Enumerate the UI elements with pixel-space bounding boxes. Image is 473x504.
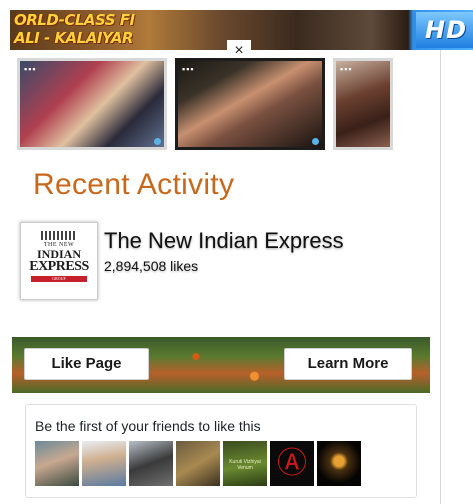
thumbnail-menu-icon: ▪▪▪	[340, 64, 353, 74]
video-thumbnail-1[interactable]: ▪▪▪	[17, 58, 167, 150]
friend-avatar[interactable]	[317, 441, 361, 486]
friend-avatar[interactable]	[82, 441, 126, 486]
logo-crest-icon	[41, 231, 77, 240]
page-likes-count: 2,894,508 likes	[104, 258, 199, 274]
friend-avatar[interactable]	[129, 441, 173, 486]
page-name-link[interactable]: The New Indian Express	[104, 228, 344, 254]
thumbnail-menu-icon: ▪▪▪	[182, 64, 195, 74]
friend-avatar-row: Kuruti Vizhiyai Venum Ⓐ	[35, 441, 361, 486]
friends-like-text: Be the first of your friends to like thi…	[35, 418, 261, 434]
logo-line-4: GROUP	[31, 276, 87, 282]
section-title: Recent Activity	[33, 168, 235, 201]
hd-badge: HD	[416, 12, 473, 48]
friends-box: Be the first of your friends to like thi…	[25, 404, 417, 498]
learn-more-button[interactable]: Learn More	[284, 348, 412, 380]
logo-line-3: EXPRESS	[29, 259, 89, 274]
video-thumbnail-strip: ▪▪▪ ▪▪▪ ▪▪▪	[17, 58, 393, 150]
thumbnail-menu-icon: ▪▪▪	[24, 64, 37, 74]
thumbnail-badge-icon	[312, 138, 319, 145]
video-thumbnail-3[interactable]: ▪▪▪	[333, 58, 393, 150]
friend-avatar[interactable]	[176, 441, 220, 486]
friend-avatar[interactable]: Kuruti Vizhiyai Venum	[223, 441, 267, 486]
page-logo[interactable]: THE NEW INDIAN EXPRESS GROUP	[20, 222, 98, 300]
friend-avatar[interactable]: Ⓐ	[270, 441, 314, 486]
facebook-page-plugin: THE NEW INDIAN EXPRESS GROUP The New Ind…	[12, 212, 430, 504]
vertical-divider	[440, 50, 441, 504]
video-thumbnail-2[interactable]: ▪▪▪	[175, 58, 325, 150]
friend-avatar[interactable]	[35, 441, 79, 486]
ad-banner-text: ORLD-CLASS FI ALI - KALAIYAR	[14, 11, 135, 47]
thumbnail-badge-icon	[154, 138, 161, 145]
like-page-button[interactable]: Like Page	[24, 348, 149, 380]
